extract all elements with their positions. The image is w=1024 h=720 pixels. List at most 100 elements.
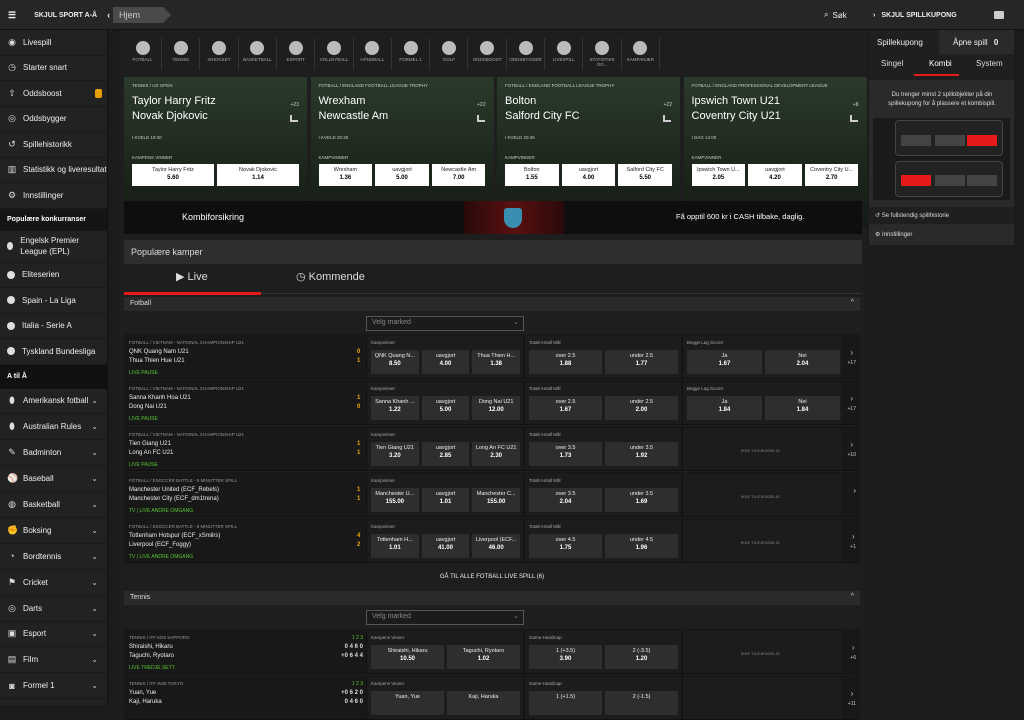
sidebar-sport-6[interactable]: ◔ Bordtennis ⌄ bbox=[0, 544, 107, 570]
subtab-system[interactable]: System bbox=[976, 59, 1003, 75]
team-2-name[interactable]: Kaji, Haruka bbox=[129, 699, 162, 705]
odds-button[interactable]: 2 (-3.5) 1.20 bbox=[605, 645, 678, 669]
tab-sport-7[interactable]: FORMEL 1 bbox=[392, 38, 431, 70]
odds-button[interactable]: uavgjort 5.00 bbox=[421, 396, 470, 420]
sidebar-popular-1[interactable]: Eliteserien bbox=[0, 263, 107, 288]
odds-button[interactable]: over 3.5 2.04 bbox=[529, 488, 602, 512]
tab-sport-6[interactable]: HÅNDBALL bbox=[354, 38, 392, 70]
sidebar-popular-2[interactable]: Spain - La Liga bbox=[0, 288, 107, 314]
more-markets-button[interactable]: › bbox=[853, 486, 856, 495]
team-2-name[interactable]: Liverpool (ECF_Foggy) bbox=[129, 542, 191, 548]
odds-button[interactable]: Kaji, Haruka bbox=[447, 691, 520, 715]
sidebar-sport-10[interactable]: ▤ Film ⌄ bbox=[0, 647, 107, 674]
sidebar-item-5[interactable]: ▥ Statistikk og liveresultat bbox=[0, 158, 107, 183]
match-row[interactable]: FOTBALL / VIETNAM - NATIONAL CHAMPIONSHI… bbox=[124, 334, 860, 379]
odds-button[interactable]: Taguchi, Ryotaro 1.02 bbox=[447, 645, 520, 669]
odds-button[interactable]: Yuan, Yue bbox=[371, 691, 444, 715]
sidebar-sport-11[interactable]: ◙ Formel 1 ⌄ bbox=[0, 673, 107, 700]
odds-button[interactable]: Tien Giang U21 3.20 bbox=[371, 442, 419, 466]
sidebar-sport-4[interactable]: ◍ Basketball ⌄ bbox=[0, 492, 107, 518]
sidebar-item-3[interactable]: ◎ Oddsbygger bbox=[0, 107, 107, 132]
odds-button[interactable]: under 2.5 1.77 bbox=[605, 350, 678, 374]
odds-button[interactable]: Sanna Khanh ... 1.22 bbox=[371, 396, 419, 420]
card-odds-button[interactable]: Newcastle Am 7.00 bbox=[431, 164, 486, 186]
card-odds-button[interactable]: Bolton 1.55 bbox=[505, 164, 559, 186]
tab-sport-4[interactable]: ESPORT bbox=[277, 38, 316, 70]
team-1-name[interactable]: Tien Giang U21 bbox=[129, 441, 171, 447]
tab-sport-13[interactable]: KAMPANJER bbox=[622, 38, 660, 70]
tab-sport-9[interactable]: ODDSBOOST bbox=[469, 38, 507, 70]
tennis-section-header[interactable]: Tennis ^ bbox=[124, 591, 860, 605]
sidebar-item-2[interactable]: ⇧ Oddsboost bbox=[0, 81, 107, 107]
team-1-name[interactable]: Manchester United (ECF_Rebels) bbox=[129, 487, 219, 493]
odds-button[interactable]: Long An FC U21 2.30 bbox=[472, 442, 520, 466]
hide-slip-button[interactable]: › SKJUL SPILLKUPONG bbox=[869, 0, 1014, 30]
football-market-select[interactable]: Velg marked ⌄ bbox=[366, 316, 524, 331]
odds-button[interactable]: Liverpool (ECF... 46.00 bbox=[472, 534, 520, 558]
match-row[interactable]: FOTBALL / ESOCCER BATTLE - 8 MINUTTER SP… bbox=[124, 518, 860, 563]
odds-button[interactable]: Ja 1.67 bbox=[687, 350, 762, 374]
more-markets-button[interactable]: › +6 bbox=[850, 643, 856, 661]
odds-button[interactable]: Nei 2.04 bbox=[765, 350, 840, 374]
odds-button[interactable]: Shiraishi, Hikaru 10.50 bbox=[371, 645, 444, 669]
tab-sport-11[interactable]: LIVESPILL bbox=[545, 38, 584, 70]
odds-button[interactable]: over 2.5 1.88 bbox=[529, 350, 602, 374]
odds-button[interactable]: uavgjort 2.85 bbox=[421, 442, 470, 466]
odds-button[interactable]: 1 (+1.5) bbox=[529, 691, 602, 715]
sidebar-item-4[interactable]: ↺ Spillehistorikk bbox=[0, 132, 107, 158]
slip-settings-link[interactable]: ⚙ Innstillinger bbox=[869, 227, 1014, 243]
card-odds-button[interactable]: Ipswich Town U... 2.05 bbox=[691, 164, 746, 186]
card-odds-button[interactable]: uavgjort 5.00 bbox=[375, 164, 429, 186]
tab-sport-12[interactable]: STATISTIKK OG... bbox=[584, 38, 622, 70]
sidebar-sport-7[interactable]: ⚑ Cricket ⌄ bbox=[0, 570, 107, 596]
odds-button[interactable]: Tottenham H... 1.01 bbox=[371, 534, 419, 558]
card-odds-button[interactable]: Taylor Harry Fritz 5.60 bbox=[132, 164, 214, 186]
odds-button[interactable]: 1 (+3.5) 3.90 bbox=[529, 645, 602, 669]
odds-button[interactable]: under 3.5 1.69 bbox=[605, 488, 678, 512]
odds-button[interactable]: Manchester U... 155.00 bbox=[371, 488, 419, 512]
odds-button[interactable]: 2 (-1.5) bbox=[605, 691, 678, 715]
more-markets-button[interactable]: › +11 bbox=[848, 689, 856, 707]
team-2-name[interactable]: Manchester City (ECF_dm1trena) bbox=[129, 496, 219, 502]
sidebar-item-6[interactable]: ⚙ Innstillinger bbox=[0, 183, 107, 209]
more-markets-button[interactable]: › +17 bbox=[848, 348, 856, 366]
sidebar-sport-1[interactable]: ⬮ Australian Rules ⌄ bbox=[0, 414, 107, 441]
tab-sport-8[interactable]: GOLF bbox=[430, 38, 469, 70]
sidebar-sport-9[interactable]: ▣ Esport ⌄ bbox=[0, 622, 107, 648]
odds-button[interactable]: Manchester C... 155.00 bbox=[472, 488, 520, 512]
more-markets-button[interactable]: › +1 bbox=[850, 532, 856, 550]
odds-button[interactable]: uavgjort 4.00 bbox=[421, 350, 470, 374]
sidebar-item-1[interactable]: ◷ Starter snart bbox=[0, 56, 107, 81]
sidebar-popular-3[interactable]: Italia - Serie A bbox=[0, 314, 107, 339]
sidebar-sport-3[interactable]: ⚾ Baseball ⌄ bbox=[0, 466, 107, 493]
more-markets-button[interactable]: › +10 bbox=[848, 440, 856, 458]
sidebar-popular-0[interactable]: Engelsk Premier League (EPL) bbox=[0, 231, 107, 263]
card-odds-button[interactable]: Wrexham 1.36 bbox=[318, 164, 373, 186]
football-section-header[interactable]: Fotball ^ bbox=[124, 297, 860, 311]
sidebar-popular-4[interactable]: Tyskland Bundesliga bbox=[0, 339, 107, 365]
team-1-name[interactable]: Tottenham Hotspur (ECF_xSmilrs) bbox=[129, 533, 220, 539]
sidebar-sport-5[interactable]: ✊ Boksing ⌄ bbox=[0, 518, 107, 544]
match-row[interactable]: FOTBALL / ESOCCER BATTLE - 8 MINUTTER SP… bbox=[124, 472, 860, 517]
sidebar-sport-0[interactable]: ⬮ Amerikansk fotball ⌄ bbox=[0, 389, 107, 415]
search-button[interactable]: ⌕ Søk bbox=[824, 0, 847, 30]
card-odds-button[interactable]: uavgjort 4.00 bbox=[561, 164, 616, 186]
team-2-name[interactable]: Long An FC U21 bbox=[129, 450, 173, 456]
subtab-combo[interactable]: Kombi bbox=[929, 59, 952, 75]
card-odds-button[interactable]: uavgjort 4.20 bbox=[748, 164, 802, 186]
odds-button[interactable]: uavgjort 1.01 bbox=[421, 488, 470, 512]
tab-sport-1[interactable]: TENNIS bbox=[162, 38, 201, 70]
card-odds-button[interactable]: Novak Djokovic 1.14 bbox=[217, 164, 299, 186]
tab-open-bets[interactable]: Åpne spill 0 bbox=[953, 30, 998, 54]
match-row[interactable]: TENNIS / ITF M25 SAPPORO 1 2 3 Shiraishi, … bbox=[124, 629, 860, 674]
odds-button[interactable]: over 4.5 1.75 bbox=[529, 534, 602, 558]
team-2-name[interactable]: Thua Thien Hue U21 bbox=[129, 358, 185, 364]
odds-button[interactable]: Nei 1.84 bbox=[765, 396, 840, 420]
odds-button[interactable]: Ja 1.84 bbox=[687, 396, 762, 420]
tab-sport-3[interactable]: BASKETBALL bbox=[239, 38, 277, 70]
odds-button[interactable]: over 2.5 1.67 bbox=[529, 396, 602, 420]
tab-sport-5[interactable]: VOLLEYBALL bbox=[316, 38, 354, 70]
odds-button[interactable]: Dong Nai U21 12.00 bbox=[472, 396, 520, 420]
tab-betslip[interactable]: Spillekupong bbox=[869, 30, 939, 54]
tab-upcoming[interactable]: ◷ Kommende bbox=[296, 270, 365, 292]
